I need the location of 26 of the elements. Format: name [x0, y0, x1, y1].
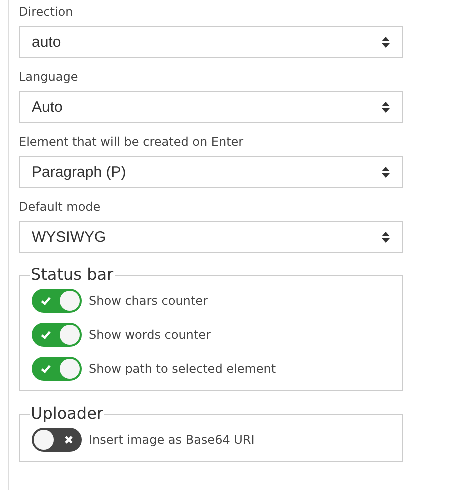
- select-field[interactable]: auto: [19, 26, 403, 58]
- select-field[interactable]: Paragraph (P): [19, 156, 403, 188]
- toggle-label: Show chars counter: [89, 294, 208, 308]
- sort-caret-icon: [382, 102, 390, 112]
- toggle-switch[interactable]: [32, 323, 82, 347]
- check-icon: [40, 329, 52, 341]
- close-icon: [63, 434, 75, 446]
- toggle-switch[interactable]: [32, 357, 82, 381]
- select-field[interactable]: WYSIWYG: [19, 221, 403, 253]
- check-icon: [40, 363, 52, 375]
- field-label: Direction: [19, 4, 74, 21]
- field-label: Language: [19, 69, 80, 86]
- toggle-label: Insert image as Base64 URI: [89, 433, 255, 447]
- field-label: Element that will be created on Enter: [19, 134, 245, 151]
- select-field[interactable]: Auto: [19, 91, 403, 123]
- toggle-label: Show words counter: [89, 328, 211, 342]
- check-icon: [40, 295, 52, 307]
- toggle-label: Show path to selected element: [89, 362, 276, 376]
- sort-caret-icon: [382, 36, 390, 48]
- toggle-switch[interactable]: [32, 289, 82, 313]
- sort-caret-icon: [382, 166, 390, 178]
- group-legend: Status bar: [30, 266, 115, 284]
- field-label: Default mode: [19, 199, 102, 216]
- sort-caret-icon: [382, 232, 390, 242]
- group-legend: Uploader: [30, 405, 104, 423]
- toggle-switch[interactable]: [32, 428, 82, 452]
